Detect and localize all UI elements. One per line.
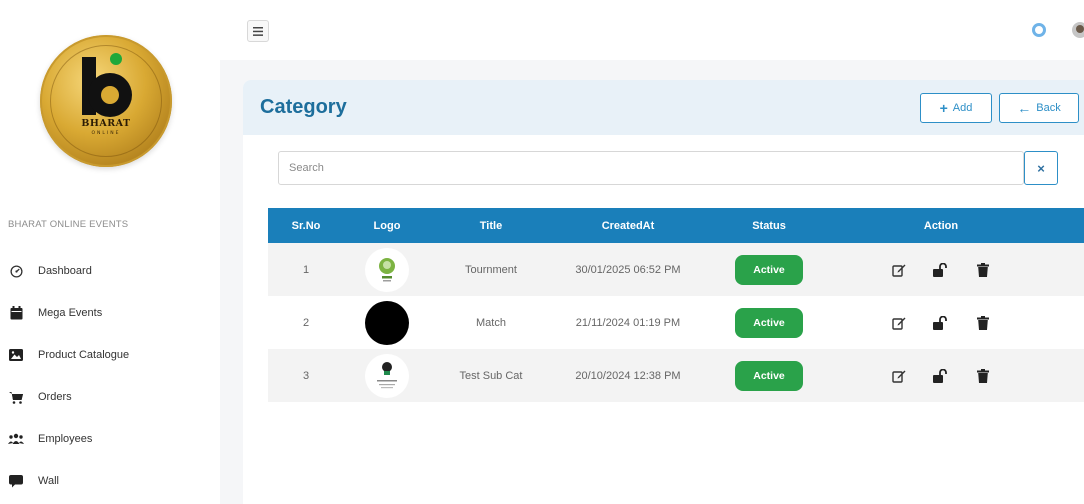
table-row: 2 Match 21/11/2024 01:19 PM Active <box>268 296 1084 349</box>
comment-icon <box>8 473 24 489</box>
row-actions <box>834 368 1084 384</box>
notification-icon[interactable] <box>1032 23 1046 37</box>
sidebar-item-label: Mega Events <box>38 307 103 319</box>
row-sr: 1 <box>302 263 310 276</box>
user-avatar[interactable] <box>1072 22 1084 38</box>
unlock-icon[interactable] <box>933 262 949 278</box>
sidebar-heading: BHARAT ONLINE EVENTS <box>8 219 129 230</box>
column-header-logo: Logo <box>373 219 401 232</box>
row-title: Test Sub Cat <box>459 369 523 382</box>
column-header-created: CreatedAt <box>601 219 655 232</box>
edit-icon[interactable] <box>891 368 907 384</box>
edit-icon[interactable] <box>891 262 907 278</box>
row-created-at: 21/11/2024 01:19 PM <box>575 316 681 329</box>
add-button-label: Add <box>952 102 973 114</box>
add-button[interactable]: + Add <box>920 93 992 123</box>
delete-icon[interactable] <box>975 368 991 384</box>
sidebar: BHARAT ONLINE BHARAT ONLINE EVENTS Dashb… <box>0 0 220 504</box>
table-header: Sr.No Logo Title CreatedAt Status Action <box>268 208 1084 243</box>
status-badge[interactable]: Active <box>735 307 803 338</box>
category-card: Category + Add ← Back × Sr.No Logo Title… <box>243 80 1084 504</box>
status-badge[interactable]: Active <box>735 254 803 285</box>
back-button[interactable]: ← Back <box>999 93 1079 123</box>
delete-icon[interactable] <box>975 262 991 278</box>
image-icon <box>8 347 24 363</box>
sidebar-item-employees[interactable]: Employees <box>8 418 129 460</box>
column-header-title: Title <box>479 219 503 232</box>
sidebar-item-orders[interactable]: Orders <box>8 376 129 418</box>
sidebar-item-label: Dashboard <box>38 265 92 277</box>
sidebar-item-label: Product Catalogue <box>38 349 130 361</box>
sidebar-item-label: Wall <box>38 475 59 487</box>
logo-b-mark <box>82 53 132 117</box>
sidebar-nav: Dashboard Mega Events Product Catalogue … <box>8 250 129 502</box>
row-created-at: 20/10/2024 12:38 PM <box>575 369 681 382</box>
sidebar-item-label: Employees <box>38 433 93 445</box>
row-title: Match <box>476 316 506 329</box>
delete-icon[interactable] <box>975 315 991 331</box>
cart-icon <box>8 389 24 405</box>
calendar-icon <box>8 305 24 321</box>
top-bar <box>220 0 1084 60</box>
clear-search-button[interactable]: × <box>1024 151 1058 185</box>
page-title: Category <box>260 96 347 118</box>
logo-badge: BHARAT ONLINE <box>40 35 172 167</box>
category-logo-image <box>365 247 409 292</box>
sidebar-item-label: Orders <box>38 391 72 403</box>
users-icon <box>8 431 24 447</box>
category-logo-image <box>365 353 409 398</box>
sidebar-item-wall[interactable]: Wall <box>8 460 129 502</box>
sidebar-item-product-catalogue[interactable]: Product Catalogue <box>8 334 129 376</box>
row-created-at: 30/01/2025 06:52 PM <box>575 263 681 276</box>
logo-text: BHARAT <box>81 118 131 129</box>
hamburger-icon <box>253 26 263 36</box>
unlock-icon[interactable] <box>933 368 949 384</box>
table-row: 1 Tournment 30/01/2025 06:52 PM Active <box>268 243 1084 296</box>
table-row: 3 Test Sub Cat 20/10/2024 12:38 PM Activ… <box>268 349 1084 402</box>
plus-icon: + <box>939 100 948 116</box>
row-title: Tournment <box>465 263 517 276</box>
column-header-sr: Sr.No <box>291 219 321 232</box>
arrow-left-icon: ← <box>1017 100 1032 116</box>
brand-logo[interactable]: BHARAT ONLINE <box>40 35 172 167</box>
row-sr: 3 <box>302 369 310 382</box>
edit-icon[interactable] <box>891 315 907 331</box>
column-header-status: Status <box>752 219 786 232</box>
card-header: Category + Add ← Back <box>243 80 1084 135</box>
search-input[interactable] <box>278 151 1024 185</box>
row-actions <box>834 315 1084 331</box>
sidebar-item-dashboard[interactable]: Dashboard <box>8 250 129 292</box>
category-table: Sr.No Logo Title CreatedAt Status Action… <box>268 208 1084 402</box>
status-badge[interactable]: Active <box>735 360 803 391</box>
row-actions <box>834 262 1084 278</box>
row-sr: 2 <box>302 316 310 329</box>
unlock-icon[interactable] <box>933 315 949 331</box>
close-icon: × <box>1037 160 1045 176</box>
category-logo-image <box>365 300 409 345</box>
menu-toggle-button[interactable] <box>247 20 269 42</box>
logo-subtext: ONLINE <box>91 131 121 136</box>
back-button-label: Back <box>1036 102 1061 114</box>
dashboard-icon <box>8 263 24 279</box>
sidebar-item-mega-events[interactable]: Mega Events <box>8 292 129 334</box>
column-header-action: Action <box>923 219 959 232</box>
